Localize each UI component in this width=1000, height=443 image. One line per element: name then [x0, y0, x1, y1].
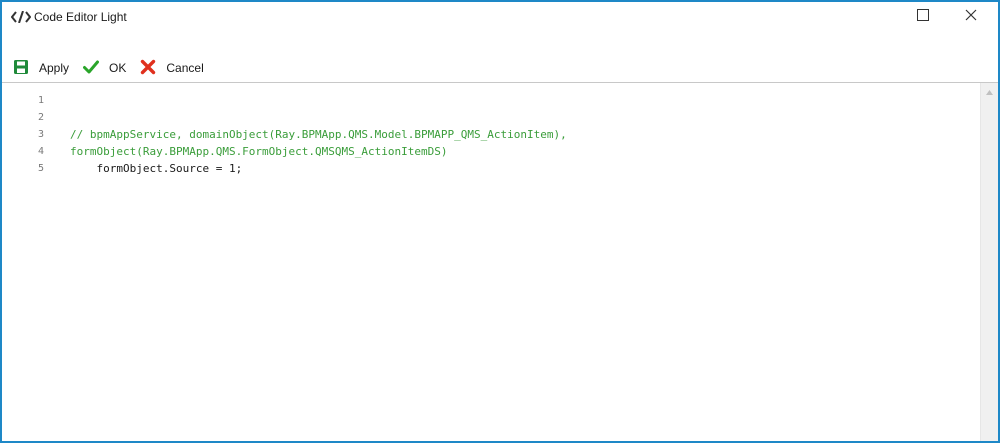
- cancel-button[interactable]: Cancel: [137, 57, 206, 79]
- x-icon: [140, 59, 161, 78]
- close-button[interactable]: [948, 2, 994, 32]
- ok-button[interactable]: OK: [80, 57, 129, 79]
- line-number: 3: [37, 129, 44, 140]
- cancel-label: Cancel: [166, 61, 204, 75]
- line-number-gutter: 1 2 3 4 5: [2, 83, 52, 441]
- scroll-up-button[interactable]: [981, 86, 998, 96]
- line-number: 2: [37, 112, 44, 123]
- code-editor-window: Code Editor Light Apply OK Cancel 1 2 3 …: [0, 0, 1000, 443]
- maximize-icon: [917, 8, 929, 26]
- ok-label: OK: [109, 61, 127, 75]
- line-number: 5: [37, 163, 44, 174]
- code-line-comment[interactable]: formObject(Ray.BPMApp.QMS.FormObject.QMS…: [70, 143, 448, 160]
- title-bar[interactable]: Code Editor Light: [2, 2, 998, 32]
- caret-up-icon: [986, 82, 993, 100]
- vertical-scrollbar[interactable]: [980, 83, 998, 441]
- code-line-comment[interactable]: // bpmAppService, domainObject(Ray.BPMAp…: [70, 126, 567, 143]
- checkmark-icon: [83, 60, 104, 77]
- code-editor[interactable]: 1 2 3 4 5 // bpmAppService, domainObject…: [2, 83, 998, 441]
- maximize-button[interactable]: [900, 2, 946, 32]
- save-icon: [13, 59, 34, 78]
- line-number: 1: [37, 95, 44, 106]
- apply-label: Apply: [39, 61, 70, 75]
- toolbar: Apply OK Cancel: [10, 56, 207, 80]
- code-line[interactable]: formObject.Source = 1;: [70, 160, 242, 177]
- apply-button[interactable]: Apply: [10, 57, 72, 79]
- close-icon: [965, 8, 977, 26]
- window-title: Code Editor Light: [34, 10, 127, 24]
- line-number: 4: [37, 146, 44, 157]
- code-icon: [11, 10, 31, 24]
